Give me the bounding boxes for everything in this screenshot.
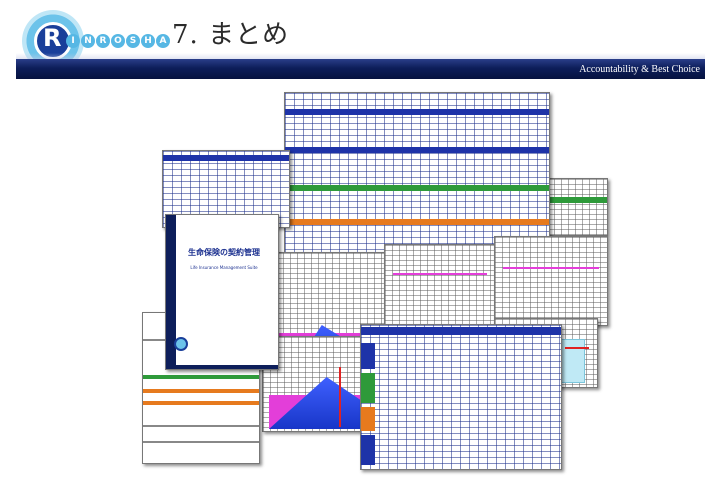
doc-sheet-summary [546, 178, 608, 236]
logo-letter: I [66, 34, 80, 48]
cover-title: 生命保険の契約管理 [188, 248, 260, 257]
sheet-header [285, 109, 549, 115]
sheet-header [285, 147, 549, 153]
sheet-header [163, 155, 289, 161]
chart-marker-line [339, 367, 341, 427]
logo-initial: R [43, 24, 62, 52]
doc-policy-table [360, 324, 562, 470]
sheet-section-label [361, 343, 375, 369]
logo-letter: N [81, 34, 95, 48]
doc-chart-premium [384, 244, 498, 326]
logo-letter: O [111, 34, 125, 48]
cover-footer [166, 365, 278, 369]
cover-logo [174, 337, 188, 351]
page-title: 7. まとめ [172, 20, 290, 50]
form-section [143, 389, 259, 393]
tagline: Accountability & Best Choice [579, 64, 700, 75]
logo-letter: R [96, 34, 110, 48]
logo-letter: A [156, 34, 170, 48]
form-divider [143, 425, 259, 427]
sheet-section-label [361, 373, 375, 403]
logo-letter: H [141, 34, 155, 48]
sheet-header [361, 327, 561, 335]
chart-line [393, 273, 487, 275]
doc-chart-coverage [494, 236, 608, 326]
cover-subtitle: Life Insurance Management Suite [190, 265, 258, 270]
sheet-section-label [361, 407, 375, 431]
sheet-header [285, 185, 549, 191]
chart-marker-line [565, 347, 589, 349]
logo-letter: S [126, 34, 140, 48]
logo-wordmark: I N R O S H A [66, 34, 170, 48]
doc-spreadsheet-main [284, 92, 550, 254]
sheet-header [285, 219, 549, 225]
doc-cover-page: 生命保険の契約管理 Life Insurance Management Suit… [165, 214, 279, 370]
form-section [143, 375, 259, 379]
sheet-header [547, 197, 607, 203]
chart-line [503, 267, 599, 269]
form-divider [143, 441, 259, 443]
sheet-section-label [361, 435, 375, 465]
form-section [143, 401, 259, 405]
